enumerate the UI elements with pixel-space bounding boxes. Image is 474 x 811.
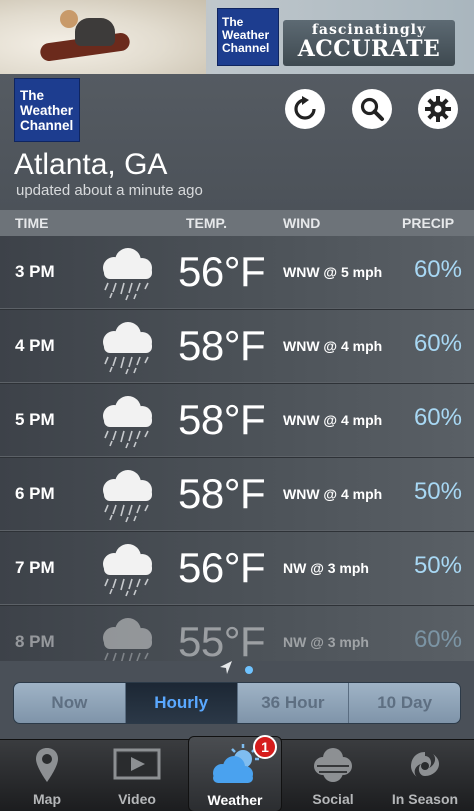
hourly-row[interactable]: 5 PM 58°F WNW @ 4 mph 60% (0, 384, 474, 458)
column-header: TIME TEMP. WIND PRECIP (0, 210, 474, 236)
segment-hourly[interactable]: Hourly (125, 683, 238, 723)
segment-10-day[interactable]: 10 Day (349, 683, 460, 723)
ad-weather-channel-logo: The Weather Channel (217, 8, 279, 66)
row-time: 4 PM (15, 336, 55, 355)
row-wind: WNW @ 4 mph (283, 338, 383, 354)
row-temp: 55°F (178, 618, 266, 661)
hourly-row[interactable]: 3 PM 56°F WNW @ 5 mph 60% (0, 236, 474, 310)
logo-line3: Channel (20, 118, 74, 133)
map-pin-icon (36, 748, 58, 782)
logo-line1: The (20, 88, 45, 103)
row-temp: 56°F (178, 544, 266, 591)
col-temp: TEMP. (186, 215, 227, 231)
tab-weather-label: Weather (207, 792, 263, 808)
tab-map-label: Map (33, 791, 61, 807)
row-precip: 50% (413, 478, 462, 505)
col-time: TIME (15, 215, 49, 231)
tab-social[interactable]: Social (286, 740, 380, 811)
location-arrow-icon (220, 661, 232, 674)
row-wind: NW @ 3 mph (283, 560, 369, 576)
weather-channel-logo: The Weather Channel (14, 78, 80, 142)
bottom-tab-bar: Map Video 1 Weather Social In Season (0, 735, 474, 811)
row-time: 5 PM (15, 410, 55, 429)
hourly-row[interactable]: 6 PM 58°F WNW @ 4 mph 50% (0, 458, 474, 532)
search-icon (360, 97, 384, 121)
gear-icon (425, 96, 451, 122)
video-icon (113, 748, 161, 780)
rain-cloud-icon (103, 470, 152, 523)
hourly-row[interactable]: 8 PM 55°F NW @ 3 mph 60% (0, 606, 474, 661)
row-wind: WNW @ 4 mph (283, 412, 383, 428)
tab-in-season-label: In Season (391, 791, 459, 807)
tab-weather[interactable]: 1 Weather (188, 735, 282, 811)
row-precip: 60% (413, 404, 462, 431)
rain-cloud-icon (103, 544, 152, 597)
settings-button[interactable] (418, 89, 458, 129)
segment-36-hour[interactable]: 36 Hour (238, 683, 350, 723)
hurricane-icon (411, 752, 439, 777)
row-wind: WNW @ 5 mph (283, 264, 383, 280)
row-time: 8 PM (15, 632, 55, 651)
ad-slogan-line2: ACCURATE (297, 36, 441, 62)
ad-photo (0, 0, 206, 74)
row-time: 7 PM (15, 558, 55, 577)
tab-in-season[interactable]: In Season (378, 740, 472, 811)
child-shape (75, 18, 115, 46)
refresh-button[interactable] (285, 89, 325, 129)
city-name: Atlanta, GA (14, 148, 168, 181)
child-head-shape (60, 10, 78, 28)
row-temp: 58°F (178, 322, 266, 369)
hourly-list[interactable]: 3 PM 56°F WNW @ 5 mph 60% 4 PM 58°F WNW … (0, 236, 474, 661)
updated-text: updated about a minute ago (16, 182, 203, 199)
ad-banner[interactable]: The Weather Channel fascinatingly ACCURA… (0, 0, 474, 74)
logo-line2: Weather (20, 103, 74, 118)
row-temp: 58°F (178, 470, 266, 517)
row-wind: NW @ 3 mph (283, 634, 369, 650)
row-wind: WNW @ 4 mph (283, 486, 383, 502)
weather-notification-badge: 1 (253, 735, 277, 759)
location-header: The Weather Channel Atlanta, GA updated … (0, 74, 474, 210)
rain-cloud-icon (103, 248, 152, 301)
page-dot-active (245, 666, 253, 674)
social-cloud-icon (314, 748, 352, 782)
row-precip: 50% (413, 552, 462, 579)
tab-map[interactable]: Map (0, 740, 94, 811)
tab-video-label: Video (118, 791, 156, 807)
row-precip: 60% (413, 330, 462, 357)
ad-logo-line3: Channel (222, 41, 270, 55)
row-temp: 56°F (178, 248, 266, 295)
forecast-segmented-control[interactable]: Now Hourly 36 Hour 10 Day (13, 682, 461, 724)
tab-video[interactable]: Video (90, 740, 184, 811)
hourly-row[interactable]: 4 PM 58°F WNW @ 4 mph 60% (0, 310, 474, 384)
row-time: 6 PM (15, 484, 55, 503)
col-precip: PRECIP (402, 215, 455, 231)
rain-cloud-icon (103, 618, 152, 661)
segment-now[interactable]: Now (14, 683, 126, 723)
tab-social-label: Social (312, 791, 354, 807)
rain-cloud-icon (103, 396, 152, 449)
rain-cloud-icon (103, 322, 152, 375)
row-precip: 60% (413, 626, 462, 653)
ad-slogan: fascinatingly ACCURATE (283, 20, 455, 66)
page-indicator (0, 660, 474, 680)
col-wind: WIND (283, 215, 321, 231)
search-button[interactable] (352, 89, 392, 129)
hourly-row[interactable]: 7 PM 56°F NW @ 3 mph 50% (0, 532, 474, 606)
row-precip: 60% (413, 256, 462, 283)
refresh-icon (294, 96, 316, 120)
row-time: 3 PM (15, 262, 55, 281)
row-temp: 58°F (178, 396, 266, 443)
